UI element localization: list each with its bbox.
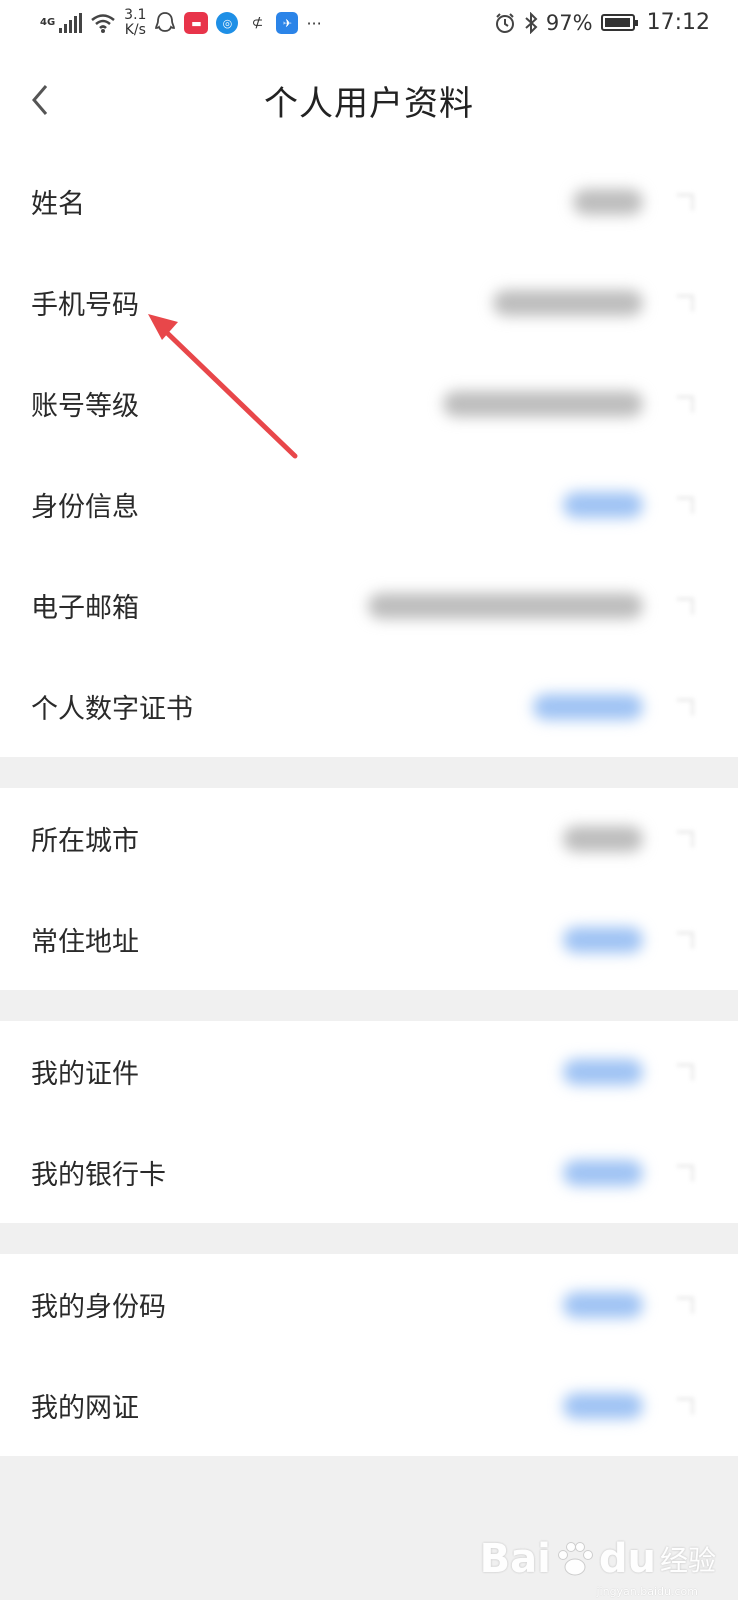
row-value-blurred (563, 825, 643, 852)
more-icon: ··· (306, 13, 322, 33)
network-speed: 3.1 K/s (124, 8, 146, 38)
chevron-right-icon (677, 597, 694, 614)
app-header: 个人用户资料 (0, 52, 738, 153)
row-label: 身份信息 (31, 492, 139, 523)
chevron-right-icon (677, 1063, 694, 1080)
chevron-right-icon (677, 1397, 694, 1414)
row-value-blurred (563, 1159, 643, 1186)
battery-fill (604, 18, 630, 27)
battery-icon (600, 14, 638, 31)
chevron-right-icon (677, 193, 694, 210)
status-bar: 4G 3.1 K/s ▬ ◎ ⊄ ✈ ··· 97% 17:12 (0, 0, 738, 52)
wifi-icon (91, 14, 115, 33)
annotation-arrow (148, 314, 298, 459)
row-label: 个人数字证书 (31, 694, 193, 725)
paw-logo-icon (557, 1542, 593, 1576)
row-value-blurred (573, 188, 643, 215)
speed-unit: K/s (124, 22, 146, 38)
row-label: 姓名 (31, 189, 85, 220)
row-phone[interactable]: 手机号码 (0, 252, 738, 353)
row-name[interactable]: 姓名 (0, 151, 738, 252)
battery-percent: 97% (545, 10, 593, 35)
row-digital-certificate[interactable]: 个人数字证书 (0, 656, 738, 757)
chevron-right-icon (677, 931, 694, 948)
row-value-blurred (563, 1058, 643, 1085)
qq-icon (155, 12, 176, 32)
watermark-sub: jingyan.baidu.com (596, 1585, 698, 1598)
row-label: 我的网证 (31, 1393, 139, 1424)
row-web-certificate[interactable]: 我的网证 (0, 1355, 738, 1456)
signal-icon (59, 13, 83, 33)
alarm-icon (495, 12, 514, 33)
section-location: 所在城市 常住地址 (0, 788, 738, 990)
watermark-brand: Bai (479, 1536, 551, 1582)
row-label: 我的银行卡 (31, 1160, 166, 1191)
row-label: 我的证件 (31, 1059, 139, 1090)
row-label: 所在城市 (31, 826, 139, 857)
app-icon: ⊄ (246, 12, 269, 34)
app-icon: ◎ (216, 12, 239, 34)
chevron-right-icon (677, 496, 694, 513)
bluetooth-icon (525, 11, 538, 34)
row-email[interactable]: 电子邮箱 (0, 555, 738, 656)
chevron-right-icon (677, 395, 694, 412)
row-city[interactable]: 所在城市 (0, 788, 738, 889)
clock: 17:12 (646, 10, 710, 35)
row-bank-cards[interactable]: 我的银行卡 (0, 1122, 738, 1223)
app-icon: ✈ (276, 12, 299, 34)
row-label: 我的身份码 (31, 1292, 166, 1323)
row-value-blurred (493, 289, 643, 316)
row-value-blurred (368, 592, 643, 619)
chevron-right-icon (677, 830, 694, 847)
row-id-code[interactable]: 我的身份码 (0, 1254, 738, 1355)
status-left: 4G 3.1 K/s ▬ ◎ ⊄ ✈ ··· (40, 8, 322, 38)
row-value-blurred (563, 1392, 643, 1419)
row-value-blurred (563, 1291, 643, 1318)
row-label: 电子邮箱 (31, 593, 139, 624)
row-address[interactable]: 常住地址 (0, 889, 738, 990)
chevron-right-icon (677, 294, 694, 311)
baidu-watermark: Bai du 经验 (480, 1536, 716, 1582)
chevron-right-icon (677, 698, 694, 715)
section-account: 姓名 手机号码 账号等级 身份信息 电子邮箱 个人数字证书 (0, 151, 738, 757)
page-title: 个人用户资料 (264, 84, 474, 124)
chevron-right-icon (677, 1296, 694, 1313)
speed-value: 3.1 (124, 7, 147, 23)
watermark-cn: 经验 (659, 1544, 716, 1577)
chevron-right-icon (677, 1164, 694, 1181)
row-label: 手机号码 (31, 290, 139, 321)
section-id-codes: 我的身份码 我的网证 (0, 1254, 738, 1456)
row-value-blurred (533, 693, 643, 720)
status-right: 97% 17:12 (494, 10, 710, 35)
row-value-blurred (563, 491, 643, 518)
row-value-blurred (563, 926, 643, 953)
row-label: 账号等级 (31, 391, 139, 422)
network-type: 4G (40, 17, 56, 28)
row-value-blurred (443, 390, 643, 417)
watermark-brand2: du (598, 1536, 656, 1582)
news-app-icon: ▬ (184, 12, 209, 34)
row-account-level[interactable]: 账号等级 (0, 353, 738, 454)
profile-list: 姓名 手机号码 账号等级 身份信息 电子邮箱 个人数字证书 所在城市 常住地址 … (0, 151, 738, 1487)
row-my-documents[interactable]: 我的证件 (0, 1021, 738, 1122)
row-identity[interactable]: 身份信息 (0, 454, 738, 555)
row-label: 常住地址 (31, 927, 139, 958)
section-documents: 我的证件 我的银行卡 (0, 1021, 738, 1223)
